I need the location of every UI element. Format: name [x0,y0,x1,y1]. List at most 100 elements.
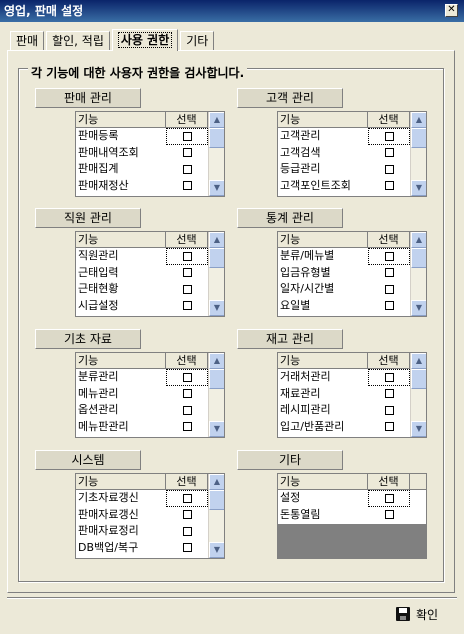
scroll-up-icon[interactable]: ▲ [209,112,224,128]
table-row[interactable]: 기초자료갱신 [76,490,208,507]
permission-checkbox[interactable] [384,164,394,174]
table-row[interactable]: 일자/시간별 [278,281,410,298]
select-cell[interactable] [368,248,410,265]
permission-checkbox[interactable] [182,131,192,141]
select-cell[interactable] [368,419,410,436]
select-cell[interactable] [368,507,410,524]
close-button[interactable]: ✕ [445,4,458,17]
scroll-thumb[interactable] [209,128,224,148]
vertical-scrollbar[interactable]: ▲ ▼ [410,232,426,316]
permission-checkbox[interactable] [182,543,192,553]
scroll-up-icon[interactable]: ▲ [411,112,426,128]
table-row[interactable]: 메뉴관리 [76,386,208,403]
permission-checkbox[interactable] [182,268,192,278]
permission-grid[interactable]: 기능 선택 기초자료갱신 판매자료갱신 판매자료정리 DB백업/복구 ▲ ▼ [75,473,225,559]
permission-grid[interactable]: 기능 선택 고객관리 고객검색 등급관리 고객포인트조회 ▲ ▼ [277,111,427,197]
scroll-down-icon[interactable]: ▼ [209,300,224,316]
scroll-thumb[interactable] [209,248,224,268]
select-cell[interactable] [166,523,208,540]
table-row[interactable]: 거래처관리 [278,369,410,386]
scroll-up-icon[interactable]: ▲ [209,232,224,248]
table-row[interactable]: 옵션관리 [76,402,208,419]
permission-checkbox[interactable] [182,405,192,415]
select-cell[interactable] [368,161,410,178]
tab-etc[interactable]: 기타 [180,31,215,51]
select-cell[interactable] [166,369,208,386]
permission-checkbox[interactable] [182,251,192,261]
table-row[interactable]: 입고/반품관리 [278,419,410,436]
table-row[interactable]: 판매내역조회 [76,145,208,162]
select-cell[interactable] [368,145,410,162]
vertical-scrollbar[interactable]: ▲ ▼ [208,474,224,558]
scroll-up-icon[interactable]: ▲ [411,353,426,369]
permission-checkbox[interactable] [182,493,192,503]
table-row[interactable]: 등급관리 [278,161,410,178]
select-cell[interactable] [166,402,208,419]
permission-checkbox[interactable] [384,131,394,141]
table-row[interactable]: 판매재정산 [76,178,208,195]
tab-sales[interactable]: 판매 [10,31,45,51]
scroll-thumb[interactable] [209,490,224,510]
scroll-up-icon[interactable]: ▲ [209,353,224,369]
select-cell[interactable] [166,265,208,282]
permission-checkbox[interactable] [384,493,394,503]
scroll-thumb[interactable] [209,369,224,389]
select-cell[interactable] [368,490,410,507]
table-row[interactable]: 판매자료정리 [76,523,208,540]
scroll-down-icon[interactable]: ▼ [411,421,426,437]
permission-grid[interactable]: 기능 선택 설정 돈통열림 [277,473,427,559]
scroll-thumb[interactable] [411,369,426,389]
select-cell[interactable] [166,298,208,315]
table-row[interactable]: 분류관리 [76,369,208,386]
vertical-scrollbar[interactable]: ▲ ▼ [208,112,224,196]
select-cell[interactable] [166,386,208,403]
select-cell[interactable] [166,540,208,557]
permission-checkbox[interactable] [384,389,394,399]
tab-permissions[interactable]: 사용 권한 [111,29,179,51]
vertical-scrollbar[interactable]: ▲ ▼ [410,353,426,437]
permission-checkbox[interactable] [384,405,394,415]
ok-button[interactable]: 확인 [390,602,456,626]
permission-checkbox[interactable] [182,284,192,294]
table-row[interactable]: 직원관리 [76,248,208,265]
permission-grid[interactable]: 기능 선택 거래처관리 재료관리 레시피관리 입고/반품관리 ▲ ▼ [277,352,427,438]
permission-checkbox[interactable] [182,389,192,399]
permission-checkbox[interactable] [384,148,394,158]
select-cell[interactable] [166,490,208,507]
permission-checkbox[interactable] [384,268,394,278]
table-row[interactable]: 근태현황 [76,281,208,298]
table-row[interactable]: 돈통열림 [278,507,410,524]
permission-checkbox[interactable] [182,181,192,191]
permission-checkbox[interactable] [182,301,192,311]
table-row[interactable]: 판매자료갱신 [76,507,208,524]
permission-checkbox[interactable] [384,181,394,191]
select-cell[interactable] [368,298,410,315]
table-row[interactable]: 판매등록 [76,128,208,145]
permission-checkbox[interactable] [384,372,394,382]
permission-checkbox[interactable] [384,284,394,294]
table-row[interactable]: 분류/메뉴별 [278,248,410,265]
permission-checkbox[interactable] [182,164,192,174]
select-cell[interactable] [368,281,410,298]
scroll-up-icon[interactable]: ▲ [411,232,426,248]
select-cell[interactable] [368,178,410,195]
permission-checkbox[interactable] [182,148,192,158]
table-row[interactable]: 고객검색 [278,145,410,162]
table-row[interactable]: 메뉴판관리 [76,419,208,436]
table-row[interactable]: DB백업/복구 [76,540,208,557]
table-row[interactable]: 시급설정 [76,298,208,315]
vertical-scrollbar[interactable]: ▲ ▼ [208,232,224,316]
select-cell[interactable] [166,507,208,524]
permission-checkbox[interactable] [182,526,192,536]
tab-discount-points[interactable]: 할인, 적립 [46,31,110,51]
select-cell[interactable] [166,128,208,145]
permission-grid[interactable]: 기능 선택 분류관리 메뉴관리 옵션관리 메뉴판관리 ▲ ▼ [75,352,225,438]
select-cell[interactable] [166,178,208,195]
table-row[interactable]: 재료관리 [278,386,410,403]
permission-checkbox[interactable] [384,251,394,261]
scroll-up-icon[interactable]: ▲ [209,474,224,490]
scroll-down-icon[interactable]: ▼ [411,300,426,316]
permission-grid[interactable]: 기능 선택 판매등록 판매내역조회 판매집계 판매재정산 ▲ ▼ [75,111,225,197]
scroll-down-icon[interactable]: ▼ [209,542,224,558]
select-cell[interactable] [166,161,208,178]
